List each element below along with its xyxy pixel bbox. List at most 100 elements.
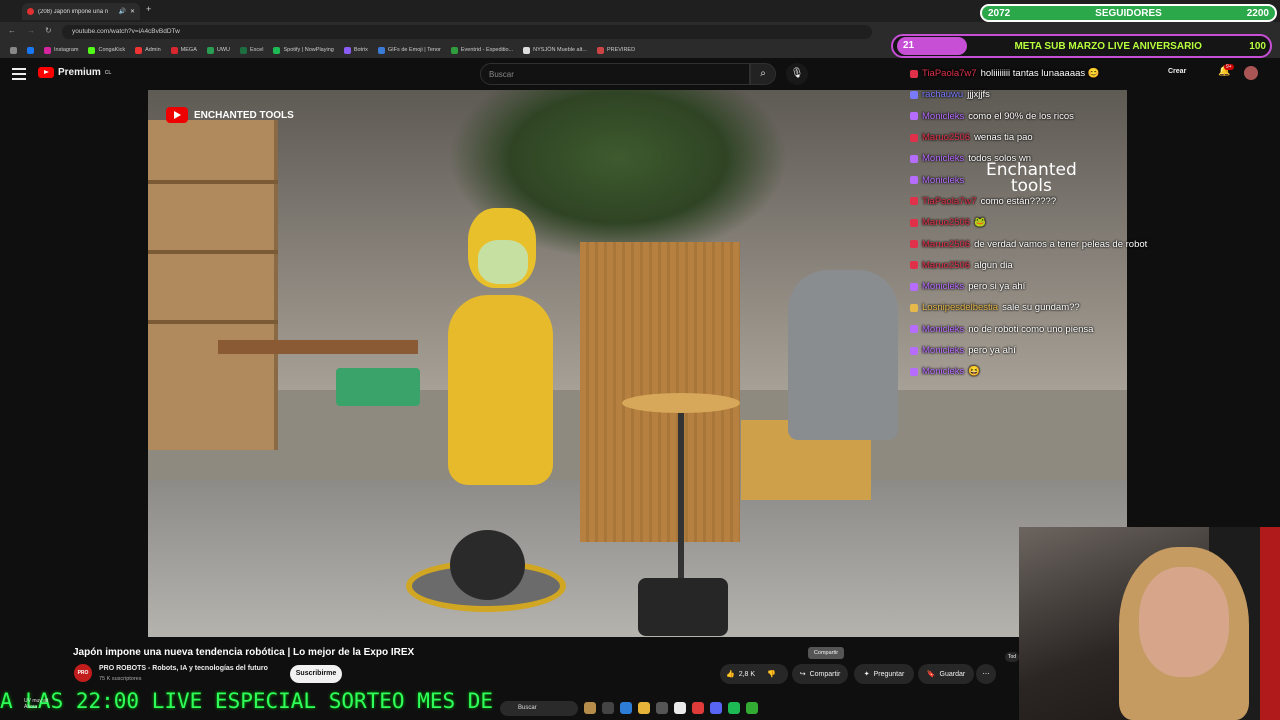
windows-taskbar: Buscar <box>500 699 820 717</box>
channel-name[interactable]: PRO ROBOTS - Robots, IA y tecnologías de… <box>99 665 268 672</box>
chat-badge-icon <box>910 218 918 227</box>
sub-goal-bar: 21 META SUB MARZO LIVE ANIVERSARIO 100 <box>891 34 1272 58</box>
bookmark-spotify[interactable]: Spotify | NowPlaying <box>273 46 334 54</box>
share-button[interactable]: ↪ Compartir <box>792 664 848 684</box>
chat-message: Monicleks como el 90% de los ricos <box>910 106 1270 127</box>
reload-icon[interactable]: ↻ <box>45 26 52 35</box>
bookmark-uwu[interactable]: UWU <box>206 46 230 54</box>
chat-message: Losnipesdelbestia sale su gundam?? <box>910 297 1270 318</box>
chat-username: Monicleks <box>922 366 965 378</box>
chat-badge-icon <box>910 133 918 142</box>
chat-text: todos solos wn <box>968 153 1032 165</box>
edge-icon[interactable] <box>620 702 632 714</box>
chat-text: sale su gundam?? <box>1002 302 1080 314</box>
obs-icon[interactable] <box>746 702 758 714</box>
like-icon[interactable]: 👍 <box>726 670 735 678</box>
followers-goal-bar: 2072 SEGUIDORES 2200 <box>980 4 1277 22</box>
microphone-icon[interactable]: 🎙 <box>786 63 808 85</box>
chat-message: Maruo2506 de verdad vamos a tener peleas … <box>910 233 1270 254</box>
chat-text: como están????? <box>980 195 1057 207</box>
new-tab-icon[interactable]: + <box>146 4 151 14</box>
dislike-icon[interactable]: 👎 <box>767 670 776 678</box>
channel-subscribers: 75 K suscriptores <box>99 676 142 682</box>
file-explorer-icon[interactable] <box>638 702 650 714</box>
video-scene-robot-wheel <box>450 530 525 600</box>
bookmark-instagram[interactable]: Instagram <box>44 46 78 54</box>
sub-goal-current: 21 <box>897 37 967 55</box>
chat-username: TiaPaola7w7 <box>922 68 977 80</box>
chat-username: Monicleks <box>922 281 965 293</box>
chat-message: TiaPaola7w7 holiiiiiiii tantas lunaaaaas … <box>910 63 1270 84</box>
chat-badge-icon <box>910 303 918 312</box>
taskview-icon[interactable] <box>602 702 614 714</box>
tab-title: (208) Japón impone una n <box>38 8 109 15</box>
close-tab-icon[interactable]: ✕ <box>130 8 135 15</box>
video-scene-stool-top <box>622 393 740 413</box>
discord-icon[interactable] <box>710 702 722 714</box>
youtube-premium-logo[interactable]: Premium CL <box>38 67 111 78</box>
youtube-favicon-icon <box>27 8 34 15</box>
chat-badge-icon <box>910 325 918 334</box>
chat-badge-icon <box>910 346 918 355</box>
chat-text: no de roboti como uno piensa <box>968 323 1094 335</box>
store-icon[interactable] <box>656 702 668 714</box>
bookmark-facebook-icon[interactable] <box>27 46 34 54</box>
chat-text: de verdad vamos a tener peleas de robot <box>974 238 1148 250</box>
bookmark-icon: 🔖 <box>926 671 936 678</box>
video-watermark: ENCHANTED TOOLS <box>166 107 294 123</box>
bookmark-previred[interactable]: PREVIRED <box>596 46 635 54</box>
chat-badge-icon <box>910 367 918 376</box>
chat-message: Monicleks todos solos wn <box>910 148 1270 169</box>
sparkle-icon: ✦ <box>863 671 870 678</box>
chat-text: jjjxjjfs <box>967 89 990 101</box>
stream-chat-overlay: TiaPaola7w7 holiiiiiiii tantas lunaaaaas … <box>910 63 1270 382</box>
search-icon[interactable]: ⌕ <box>750 63 776 85</box>
chrome-icon[interactable] <box>674 702 686 714</box>
bookmark-botrix[interactable]: Botrix <box>343 46 368 54</box>
taskbar-widget-icon[interactable] <box>584 702 596 714</box>
spotify-icon[interactable] <box>728 702 740 714</box>
filter-chip-all[interactable]: Tod <box>1005 652 1020 662</box>
apps-icon[interactable] <box>10 46 17 54</box>
forward-icon[interactable]: → <box>27 26 35 35</box>
bookmark-admin[interactable]: Admin <box>135 46 161 54</box>
bookmark-eventrid[interactable]: Eventrid - Expeditio... <box>450 46 513 54</box>
chat-username: TiaPaola7w7 <box>922 195 977 207</box>
bookmark-excel[interactable]: Excel <box>240 46 263 54</box>
video-scene-planter <box>580 242 740 542</box>
url-field[interactable]: youtube.com/watch?v=iA4cBvBdDTw <box>62 25 872 39</box>
bookmark-tenor[interactable]: GIFs de Emoji | Tenor <box>377 46 441 54</box>
chat-username: Maruo2506 <box>922 217 971 229</box>
chat-text: holiiiiiiii tantas lunaaaaas 😊 <box>980 68 1100 80</box>
like-count[interactable]: 2,8 K <box>739 671 755 678</box>
ask-button[interactable]: ✦ Preguntar <box>854 664 914 684</box>
chat-badge-icon <box>910 282 918 291</box>
weather-notification: UV muy alt Ahora <box>24 698 49 710</box>
video-scene-robot-body <box>448 295 553 485</box>
chat-username: Maruo2506 <box>922 238 971 250</box>
video-scene-robot-face <box>478 240 528 284</box>
mute-icon[interactable]: 🔊 <box>118 8 125 15</box>
bookmark-nysjon[interactable]: NYSJÖN Mueble alt... <box>523 46 587 54</box>
hamburger-menu-icon[interactable] <box>12 68 26 80</box>
channel-avatar[interactable]: PRO <box>74 664 92 682</box>
bookmark-mega[interactable]: MEGA <box>170 46 197 54</box>
webcam-overlay <box>1019 527 1280 720</box>
search-input[interactable]: Buscar <box>480 63 750 85</box>
subscribe-button[interactable]: Suscribirme <box>290 665 342 683</box>
sub-goal-label: META SUB MARZO LIVE ANIVERSARIO <box>1014 40 1202 52</box>
chat-message: Maruo2506 🐸 <box>910 212 1270 233</box>
chat-text: algun dia <box>974 259 1013 271</box>
bookmark-congakick[interactable]: CongaKick <box>88 46 125 54</box>
more-actions-icon[interactable]: ⋯ <box>976 664 996 684</box>
video-title: Japón impone una nueva tendencia robótic… <box>73 647 415 658</box>
chat-username: Monicleks <box>922 323 965 335</box>
app-icon[interactable] <box>692 702 704 714</box>
back-icon[interactable]: ← <box>8 26 16 35</box>
chat-text: wenas tia pao <box>974 132 1033 144</box>
youtube-logo-icon <box>38 67 54 78</box>
tab-active[interactable]: (208) Japón impone una n 🔊 ✕ <box>22 3 140 20</box>
taskbar-search[interactable]: Buscar <box>500 700 578 716</box>
save-button[interactable]: 🔖 Guardar <box>918 664 974 684</box>
chat-username: Monicleks <box>922 153 965 165</box>
